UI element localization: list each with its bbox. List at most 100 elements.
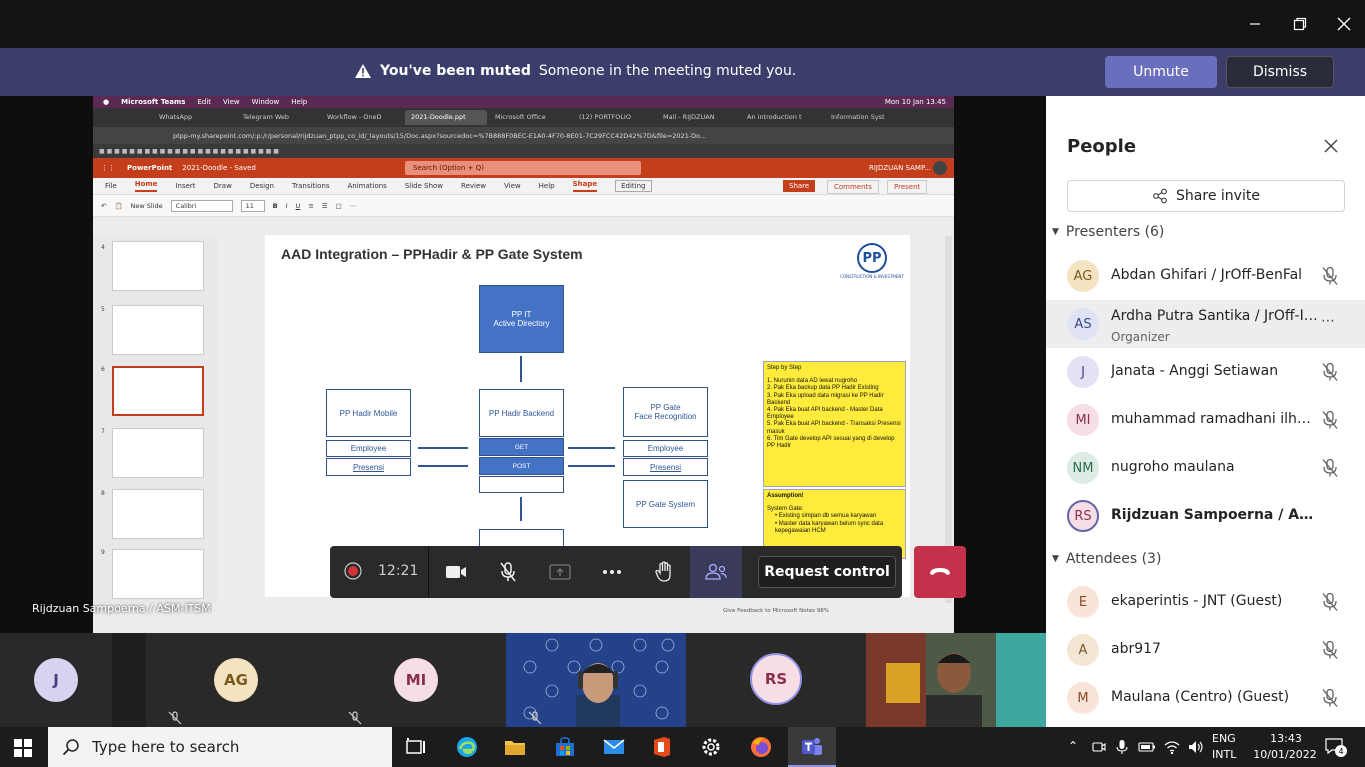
participant-avatar: AS — [1067, 308, 1099, 340]
participant-row[interactable]: AS Ardha Putra Santika / JrOff-IT S... Org… — [1046, 300, 1365, 348]
mic-off-icon — [1322, 458, 1338, 477]
call-duration: 12:21 — [378, 563, 419, 579]
hadir-mobile-presensi: Presensi — [326, 458, 411, 476]
slide-title: AAD Integration – PPHadir & PP Gate Syst… — [281, 246, 583, 262]
steps-note: Step by Step 1. Nurunin data AD lewat nu… — [763, 361, 906, 487]
volume-icon[interactable] — [1188, 739, 1204, 755]
arrow-backend-down — [520, 497, 522, 521]
arrow-get-right — [568, 447, 615, 449]
presenters-header[interactable]: ▼ Presenters (6) — [1052, 224, 1164, 240]
participant-row[interactable]: M Maulana (Centro) (Guest) — [1046, 674, 1365, 722]
participant-row[interactable]: Eekaperintis - JNT (Guest) — [1046, 578, 1365, 626]
office-icon[interactable] — [650, 735, 674, 759]
share-icon — [1153, 188, 1167, 204]
participant-row[interactable]: NM nugroho maulana — [1046, 444, 1365, 492]
browser-tab: (12) PORTFOLIO — [579, 113, 631, 121]
assumption-item: • Master data karyawan belum sync data k… — [775, 520, 884, 534]
assumption-sub: System Gate: — [767, 506, 804, 513]
assumption-item: • Existing simpan db semua karyawan — [775, 513, 877, 520]
mail-icon[interactable] — [602, 735, 626, 759]
active-directory-box: PP IT Active Directory — [479, 285, 564, 353]
apple-icon: ● — [103, 98, 110, 106]
taskbar-search[interactable]: Type here to search — [48, 727, 392, 767]
close-window-button[interactable] — [1321, 0, 1365, 48]
participant-video-tile[interactable] — [506, 633, 686, 727]
settings-gear-icon[interactable] — [699, 735, 723, 759]
powerpoint-header: ⋮⋮ PowerPoint 2021-Doodle - Saved Search… — [93, 158, 954, 178]
app-grid-icon: ⋮⋮ — [101, 164, 115, 172]
pp-share-button: Share — [783, 180, 816, 192]
battery-icon[interactable] — [1138, 740, 1156, 754]
participant-name: muhammad ramadhani ilham — [1111, 411, 1319, 427]
note-line: 1. Nurunin data AD lewat nugroho — [767, 378, 858, 385]
participant-row[interactable]: RS Rijdzuan Sampoerna / ASM-ITS... — [1046, 492, 1365, 540]
note-line: 6. Tim Gate develop API sesuai yang di d… — [767, 435, 895, 449]
hang-up-button[interactable] — [914, 546, 966, 598]
participant-tile[interactable]: MI — [326, 633, 506, 727]
participant-more-icon[interactable]: ⋯ — [1321, 313, 1335, 329]
camera-icon — [446, 566, 466, 578]
browser-address-bar: ptpp-my.sharepoint.com/:p:/r/personal/ri… — [93, 127, 954, 144]
attendees-header[interactable]: ▼ Attendees (3) — [1052, 551, 1161, 567]
participant-video-tile[interactable] — [866, 633, 1046, 727]
teams-taskbar-button[interactable] — [788, 727, 836, 767]
windows-logo-icon — [14, 739, 32, 757]
call-controls: 12:21 Request control — [330, 546, 902, 598]
participant-row[interactable]: AG Abdan Ghifari / JrOff-BenFal — [1046, 252, 1365, 300]
edge-browser-icon[interactable] — [455, 735, 479, 759]
mic-button[interactable] — [482, 546, 534, 598]
firefox-icon[interactable] — [749, 735, 773, 759]
hadir-mobile-box: PP Hadir Mobile — [326, 389, 411, 437]
browser-tab: Information Syst — [831, 113, 885, 121]
microphone-icon[interactable] — [1116, 739, 1128, 755]
notifications-button[interactable]: 4 — [1324, 737, 1347, 757]
start-button[interactable] — [14, 739, 32, 761]
share-invite-button[interactable]: Share invite — [1067, 180, 1345, 212]
participant-row[interactable]: J Janata - Anggi Setiawan — [1046, 348, 1365, 396]
share-screen-button[interactable] — [534, 546, 586, 598]
editing-mode: Editing — [615, 180, 652, 192]
camera-button[interactable] — [430, 546, 482, 598]
pp-user-name: RIJDZUAN SAMP... — [869, 164, 931, 172]
more-actions-button[interactable] — [586, 546, 638, 598]
browser-tab-strip: WhatsApp Telegram Web Workflow - OneD 20… — [93, 108, 954, 127]
minimize-button[interactable] — [1232, 0, 1278, 48]
unmute-button[interactable]: Unmute — [1105, 56, 1217, 88]
raise-hand-button[interactable] — [638, 546, 690, 598]
ribbon-tab-view: View — [504, 182, 521, 190]
task-view-icon[interactable] — [404, 735, 428, 759]
participant-tile[interactable]: J — [0, 633, 112, 727]
maximize-button[interactable] — [1277, 0, 1323, 48]
participant-row[interactable]: Aabr917 — [1046, 626, 1365, 674]
bold-icon: B — [272, 201, 278, 210]
request-control-button[interactable]: Request control — [758, 556, 896, 588]
clock-time[interactable]: 13:43 — [1262, 732, 1310, 745]
participants-button[interactable] — [690, 546, 742, 598]
participant-tile[interactable]: AG — [146, 633, 326, 727]
panel-title: People — [1067, 136, 1137, 157]
backend-get: GET — [479, 438, 564, 456]
thumb-number: 9 — [101, 549, 105, 556]
participant-avatar: E — [1067, 586, 1099, 618]
mac-menu-edit: Edit — [197, 98, 212, 106]
assumption-item-text: Existing simpan db semua karyawan — [778, 513, 877, 520]
browser-tab: Mail - RIJDZUAN — [663, 113, 715, 121]
clock-date[interactable]: 10/01/2022 — [1250, 748, 1320, 761]
store-icon[interactable] — [553, 735, 577, 759]
participant-row[interactable]: MI muhammad ramadhani ilham — [1046, 396, 1365, 444]
language-code[interactable]: ENG — [1212, 732, 1236, 745]
language-layout[interactable]: INTL — [1212, 748, 1236, 761]
paste-icon: 📋 — [114, 201, 123, 210]
file-explorer-icon[interactable] — [503, 735, 527, 759]
tray-chevron-icon[interactable]: ⌃ — [1068, 739, 1078, 753]
shape-icon: □ — [335, 201, 342, 210]
wifi-icon[interactable] — [1164, 739, 1180, 755]
meet-now-icon[interactable] — [1092, 740, 1106, 754]
more-icon — [603, 570, 621, 574]
dismiss-button[interactable]: Dismiss — [1226, 56, 1334, 88]
participant-tile[interactable]: RS — [686, 633, 866, 727]
pp-present-button: Present — [887, 180, 928, 194]
caret-down-icon: ▼ — [1052, 554, 1059, 564]
participant-mic-status — [1321, 458, 1339, 478]
close-panel-button[interactable] — [1321, 136, 1341, 156]
